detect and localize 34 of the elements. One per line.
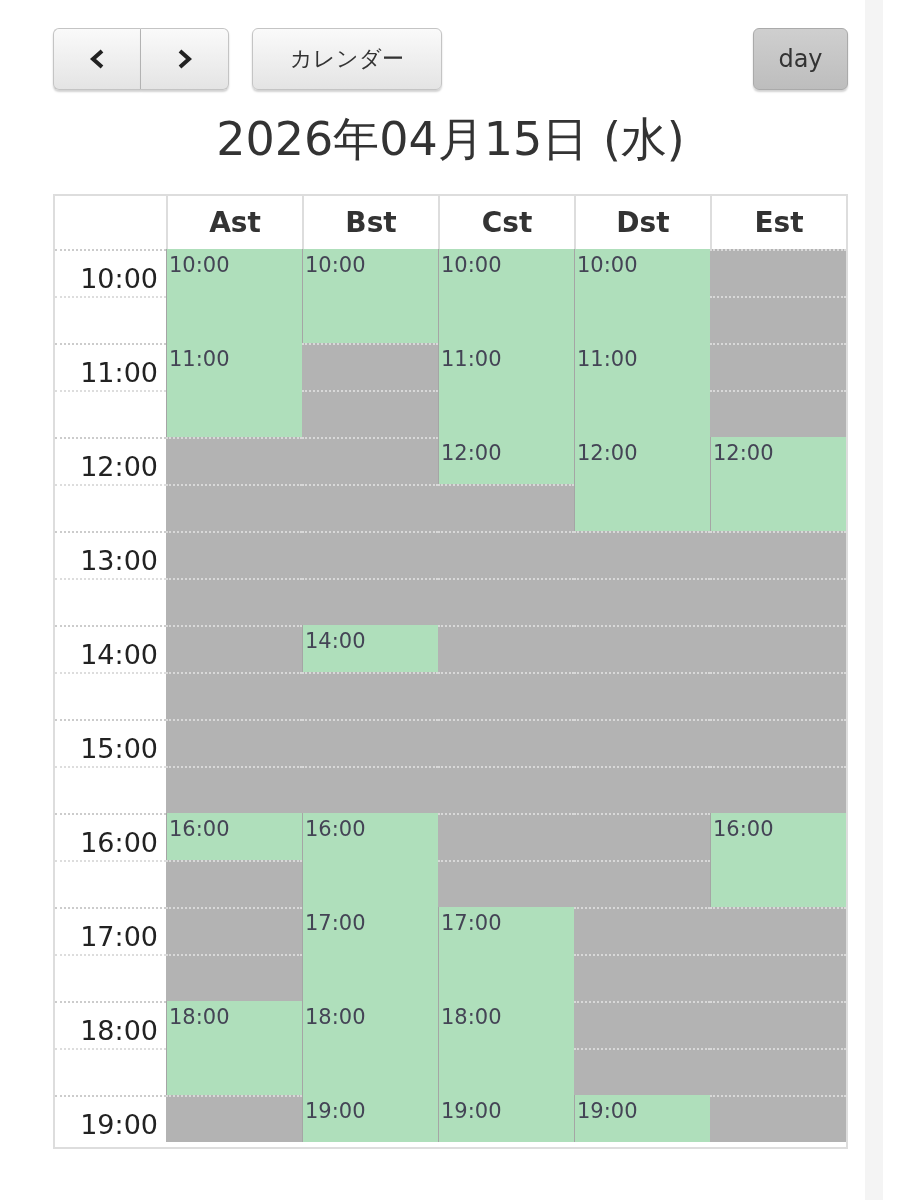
available-slot[interactable]: 12:00 <box>574 437 710 484</box>
chevron-left-icon <box>88 48 106 70</box>
previous-button[interactable] <box>53 28 141 90</box>
available-slot[interactable]: 10:00 <box>438 249 574 296</box>
available-slot[interactable]: 16:00 <box>302 813 438 860</box>
available-slot[interactable]: 10:00 <box>302 249 438 296</box>
available-slot[interactable] <box>166 390 302 437</box>
available-slot[interactable]: 11:00 <box>166 343 302 390</box>
available-slot[interactable]: 10:00 <box>166 249 302 296</box>
available-slot[interactable]: 17:00 <box>438 907 574 954</box>
available-slot[interactable]: 14:00 <box>302 625 438 672</box>
available-slot[interactable] <box>710 484 846 531</box>
available-slot[interactable]: 18:00 <box>302 1001 438 1048</box>
available-slot[interactable]: 18:00 <box>438 1001 574 1048</box>
available-slot[interactable]: 12:00 <box>438 437 574 484</box>
available-slot[interactable]: 19:00 <box>438 1095 574 1142</box>
available-slot[interactable]: 16:00 <box>710 813 846 860</box>
available-slot[interactable]: 11:00 <box>438 343 574 390</box>
available-slot[interactable] <box>710 860 846 907</box>
view-button[interactable]: day <box>753 28 848 90</box>
date-title: 2026年04月15日 (水) <box>215 111 686 168</box>
available-slot[interactable] <box>302 296 438 343</box>
available-slot[interactable]: 19:00 <box>574 1095 710 1142</box>
available-slot[interactable]: 16:00 <box>166 813 302 860</box>
available-slot[interactable]: 12:00 <box>710 437 846 484</box>
available-slot[interactable]: 17:00 <box>302 907 438 954</box>
available-slot[interactable] <box>166 1048 302 1095</box>
available-slot[interactable]: 11:00 <box>574 343 710 390</box>
available-slot[interactable]: 10:00 <box>574 249 710 296</box>
calendar-button[interactable]: カレンダー <box>252 28 442 90</box>
available-slot[interactable]: 18:00 <box>166 1001 302 1048</box>
available-slot[interactable]: 19:00 <box>302 1095 438 1142</box>
next-button[interactable] <box>141 28 229 90</box>
available-slot[interactable] <box>574 484 710 531</box>
